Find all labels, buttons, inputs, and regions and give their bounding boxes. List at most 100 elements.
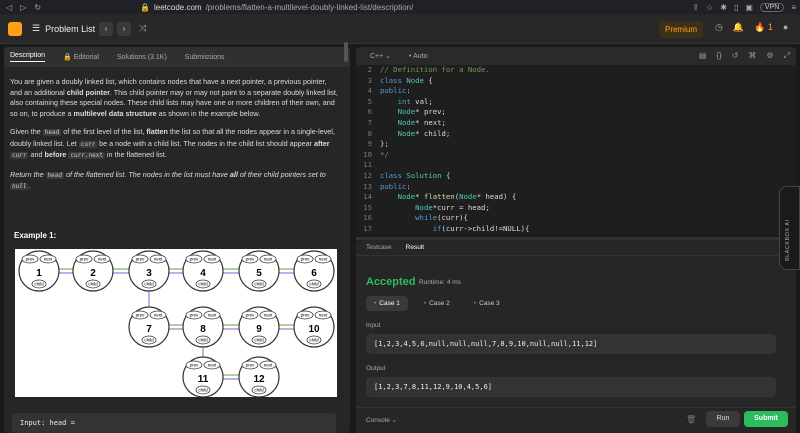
streak-counter[interactable]: 🔥 1 [754, 22, 773, 33]
code-line[interactable]: 8 Node* child; [356, 129, 776, 140]
next-label: next [154, 257, 163, 262]
settings-icon[interactable]: ⚙ [766, 51, 773, 61]
auto-mode[interactable]: • Auto [409, 53, 427, 60]
next-label: next [319, 257, 328, 262]
expand-icon[interactable]: ⤢ [784, 51, 790, 61]
line-number: 11 [363, 160, 372, 170]
url-path: /problems/flatten-a-multilevel-doubly-li… [205, 2, 414, 12]
console-toggle[interactable]: Console ⌄ [366, 416, 397, 424]
line-content: Node* flatten(Node* head) { [397, 192, 517, 202]
code-editor[interactable]: C++ ⌄ • Auto ▤ {} ↺ ⌘ ⚙ ⤢ 2 // Definition… [356, 47, 796, 235]
prev-problem-button[interactable]: ‹ [99, 21, 114, 36]
command-icon[interactable]: ⌘ [748, 51, 756, 61]
tab-testcase[interactable]: Testcase [366, 244, 392, 251]
reset-icon[interactable]: ↺ [732, 51, 739, 61]
description-tabs: Description 🔒 Editorial Solutions (3.1K)… [4, 47, 350, 67]
code-line[interactable]: 3 class Node { [356, 76, 776, 87]
code-lines[interactable]: 2// Definition for a Node. 3 class Node {4… [356, 65, 776, 235]
extension-icon[interactable]: ✱ [720, 3, 727, 12]
tab-editorial[interactable]: 🔒 Editorial [63, 53, 99, 61]
child-label: child [198, 282, 208, 287]
case-tab-1[interactable]: • Case 1 [366, 296, 408, 311]
line-content: public: [380, 181, 411, 191]
streak-count: 1 [767, 22, 773, 32]
tab-result[interactable]: Result [406, 244, 424, 251]
next-label: next [154, 313, 163, 318]
timer-icon[interactable]: ◷ [715, 22, 723, 33]
result-panel: Testcase Result Accepted Runtime: 4 ms •… [356, 240, 796, 433]
code-line[interactable]: 4 public: [356, 86, 776, 97]
line-number: 17 [363, 223, 372, 233]
sidebar-icon[interactable]: ▯ [734, 3, 738, 12]
node-value: 10 [308, 324, 320, 335]
tab-submissions[interactable]: Submissions [185, 54, 225, 61]
prev-label: prev [190, 313, 200, 318]
reload-icon[interactable]: ↻ [34, 3, 41, 12]
case-tab-2[interactable]: • Case 2 [416, 296, 458, 311]
next-label: next [98, 257, 107, 262]
braces-icon[interactable]: {} [716, 51, 721, 61]
child-label: child [34, 282, 44, 287]
language-label: C++ [370, 53, 384, 60]
line-content: Node*curr = head; [415, 202, 490, 212]
code-line[interactable]: 2 // Definition for a Node. [356, 65, 776, 76]
next-problem-button[interactable]: › [117, 21, 132, 36]
tab-solutions[interactable]: Solutions (3.1K) [117, 54, 167, 61]
code-line[interactable]: 10 */ [356, 150, 776, 161]
vpn-badge[interactable]: VPN [759, 2, 785, 12]
code-line[interactable]: 6 Node* prev; [356, 107, 776, 118]
address-bar[interactable]: 🔒 leetcode.com/problems/flatten-a-multil… [140, 3, 413, 12]
code-line[interactable]: 16 while(curr){ [356, 213, 776, 224]
node-value: 7 [146, 324, 152, 335]
blackbox-ai-tab[interactable]: BLACKBOX AI [779, 186, 800, 270]
code-line[interactable]: 17 if(curr->child!=NULL){ [356, 224, 776, 235]
node-value: 9 [256, 324, 262, 335]
run-button[interactable]: Run [706, 411, 740, 427]
premium-button[interactable]: Premium [659, 21, 703, 38]
line-content: class Node { [380, 75, 433, 85]
description-paragraph-2: Given the head of the first level of the… [10, 127, 335, 159]
submit-button[interactable]: Submit [744, 411, 788, 427]
code-line[interactable]: 12 class Solution { [356, 171, 776, 182]
menu-icon[interactable]: ≡ [791, 3, 796, 12]
code-line[interactable]: 14 Node* flatten(Node* head) { [356, 192, 776, 203]
case-tab-3[interactable]: • Case 3 [466, 296, 508, 311]
top-actions: ◷ 🔔 🔥 1 ● [715, 22, 788, 33]
line-number: 2 [367, 65, 372, 74]
code-line[interactable]: 11 [356, 160, 776, 171]
line-content: Node* next; [397, 117, 446, 127]
description-scrollbar[interactable] [344, 42, 348, 62]
trash-icon[interactable]: 🗑 [686, 415, 696, 424]
forward-icon[interactable]: ▷ [20, 3, 26, 12]
notification-icon[interactable]: 🔔 [733, 22, 744, 33]
child-label: child [254, 282, 264, 287]
editor-icons: ▤ {} ↺ ⌘ ⚙ ⤢ [699, 51, 790, 61]
language-select[interactable]: C++ ⌄ [370, 52, 391, 60]
line-number: 14 [363, 192, 372, 202]
leetcode-logo-icon[interactable] [8, 21, 22, 36]
line-content: if(curr->child!=NULL){ [432, 223, 530, 233]
code-line[interactable]: 15 Node*curr = head; [356, 203, 776, 214]
child-label: child [309, 282, 319, 287]
back-icon[interactable]: ◁ [6, 3, 12, 12]
share-icon[interactable]: ⇪ [692, 3, 699, 12]
tab-description[interactable]: Description [10, 52, 46, 62]
wallet-icon[interactable]: ▣ [745, 3, 753, 12]
shuffle-icon[interactable]: ⤨ [139, 23, 146, 34]
blackbox-label: BLACKBOX AI [785, 219, 791, 261]
prev-label: prev [190, 363, 200, 368]
description-paragraph-1: You are given a doubly linked list, whic… [10, 77, 338, 118]
code-line[interactable]: 9}; [356, 139, 776, 150]
notes-icon[interactable]: ▤ [699, 51, 707, 61]
output-label: Output [366, 365, 386, 372]
bookmark-icon[interactable]: ☆ [706, 3, 713, 12]
line-number: 7 [367, 117, 372, 127]
code-line[interactable]: 7 Node* next; [356, 118, 776, 129]
code-line[interactable]: 13 public: [356, 182, 776, 193]
url-host: leetcode.com [153, 2, 202, 12]
line-content: Node* prev; [397, 107, 446, 117]
problem-list-button[interactable]: ☰ Problem List [32, 23, 95, 34]
code-line[interactable]: 5 int val; [356, 97, 776, 108]
fire-icon: 🔥 [754, 22, 766, 32]
avatar[interactable]: ● [783, 22, 788, 33]
